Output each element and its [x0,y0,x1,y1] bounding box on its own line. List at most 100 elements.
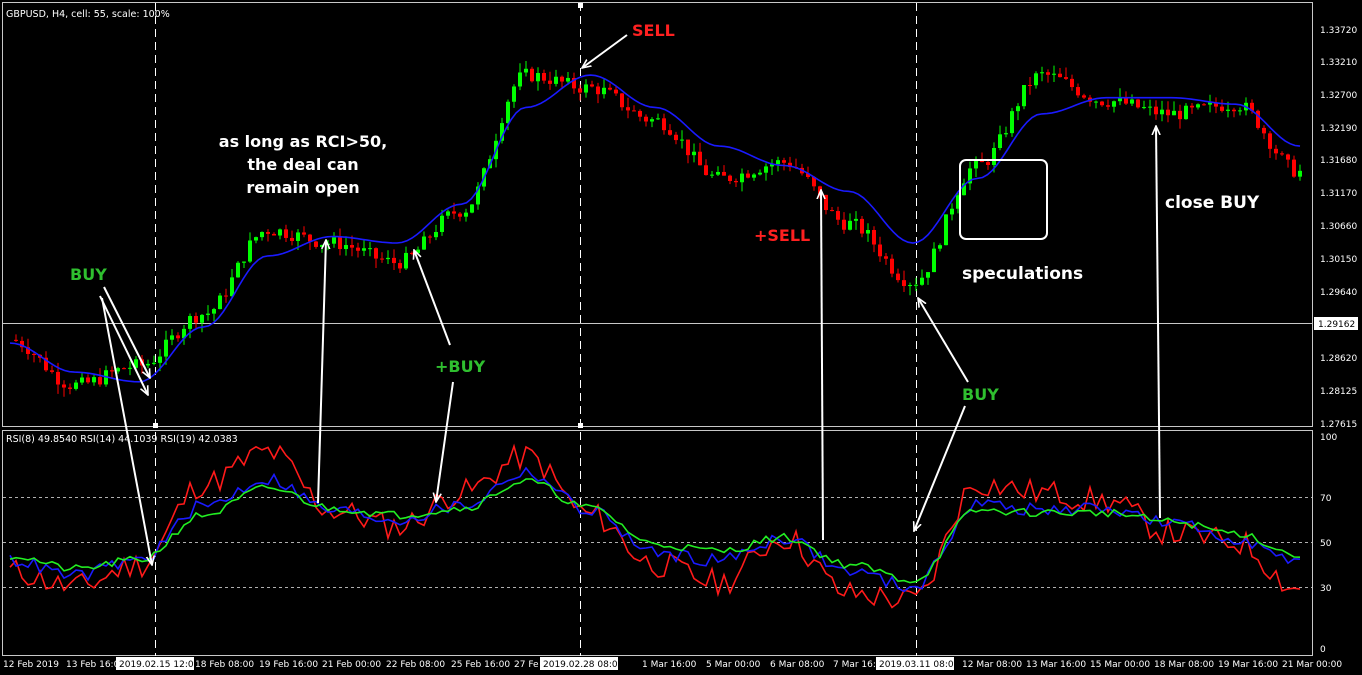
candle-body [1076,87,1080,96]
candle-body [908,284,912,287]
rci-note-line1: as long as RCI>50, [219,132,387,151]
price-tick: 1.28125 [1320,387,1357,397]
candle-body [290,237,294,241]
candle-body [368,248,372,250]
candle-body [1004,133,1008,135]
candle-body [86,377,90,383]
candle-body [1100,101,1104,106]
candle-body [620,93,624,108]
time-label: 13 Mar 16:00 [1026,660,1086,670]
candle-body [200,314,204,323]
candle-body [920,277,924,285]
candle-body [1052,73,1056,75]
sell-label: SELL [632,21,675,40]
candle-body [470,204,474,213]
candle-body [746,173,750,178]
candle-body [242,261,246,263]
candle-body [1070,78,1074,88]
time-label: 25 Feb 16:00 [451,660,510,670]
candle-body [98,377,102,385]
time-label: 6 Mar 08:00 [770,660,825,670]
candle-body [56,371,60,385]
candle-body [152,362,156,364]
candle-body [80,377,84,383]
candle-body [170,335,174,340]
candle-body [386,257,390,260]
candle-body [782,160,786,163]
candle-body [410,252,414,254]
candle-body [896,273,900,281]
candle-body [686,139,690,156]
candle-body [1184,105,1188,120]
candle-body [1280,153,1284,155]
candle-body [872,229,876,245]
time-label: 2019.03.11 08:00 [879,660,960,670]
candle-body [194,316,198,323]
candle-body [380,258,384,260]
candle-body [902,280,906,287]
candle-body [926,272,930,278]
candle-body [422,236,426,250]
candle-body [932,248,936,273]
close-buy-label: close BUY [1165,193,1260,213]
candle-body [404,252,408,269]
buy-label: BUY [70,265,107,284]
candle-body [566,77,570,82]
candle-body [1154,106,1158,115]
candle-body [722,171,726,176]
candle-body [1106,105,1110,107]
price-tick: 1.32700 [1320,91,1357,101]
candle-body [1190,105,1194,108]
candle-body [254,237,258,241]
candle-body [1130,99,1134,104]
candle-body [1286,154,1290,160]
candle-body [1034,73,1038,86]
candle-body [656,118,660,120]
current-price-label: 1.29162 [1318,320,1355,330]
candle-body [740,173,744,183]
candle-body [506,101,510,124]
candle-body [50,370,54,372]
rsi-tick: 0 [1320,645,1326,655]
time-label: 18 Feb 08:00 [195,660,254,670]
candle-body [662,118,666,131]
candle-body [884,256,888,259]
rsi-title: RSI(8) 49.8540 RSI(14) 44.1039 RSI(19) 4… [6,434,238,445]
candle-body [998,134,1002,149]
candle-body [176,335,180,339]
time-label: 5 Mar 00:00 [706,660,761,670]
time-label: 22 Feb 08:00 [386,660,445,670]
price-tick: 1.30660 [1320,222,1357,232]
candle-body [986,162,990,165]
candle-body [1010,111,1014,134]
candle-body [92,377,96,383]
candle-body [950,208,954,215]
candle-body [914,284,918,286]
candle-body [584,84,588,93]
candle-body [518,72,522,87]
candle-body [1292,159,1296,177]
trading-chart[interactable]: GBPUSD, H4, cell: 55, scale: 100% RSI(8)… [0,0,1362,675]
rsi-tick: 50 [1320,539,1332,549]
candle-body [1166,109,1170,116]
candle-body [416,249,420,254]
candle-body [464,212,468,217]
candle-body [836,211,840,220]
time-label: 2019.02.28 08:00 [543,660,624,670]
candle-body [284,229,288,238]
candle-body [1238,110,1242,112]
candle-body [1082,95,1086,98]
candle-body [944,214,948,246]
candle-body [542,73,546,81]
candle-body [1046,72,1050,75]
candle-body [716,171,720,175]
candle-body [392,257,396,264]
candle-body [1220,106,1224,111]
candle-body [1112,101,1116,107]
candle-body [1172,110,1176,116]
candle-body [338,237,342,250]
candle-body [1202,104,1206,106]
time-label: 12 Mar 08:00 [962,660,1022,670]
candle-body [446,211,450,216]
candle-body [1160,109,1164,115]
